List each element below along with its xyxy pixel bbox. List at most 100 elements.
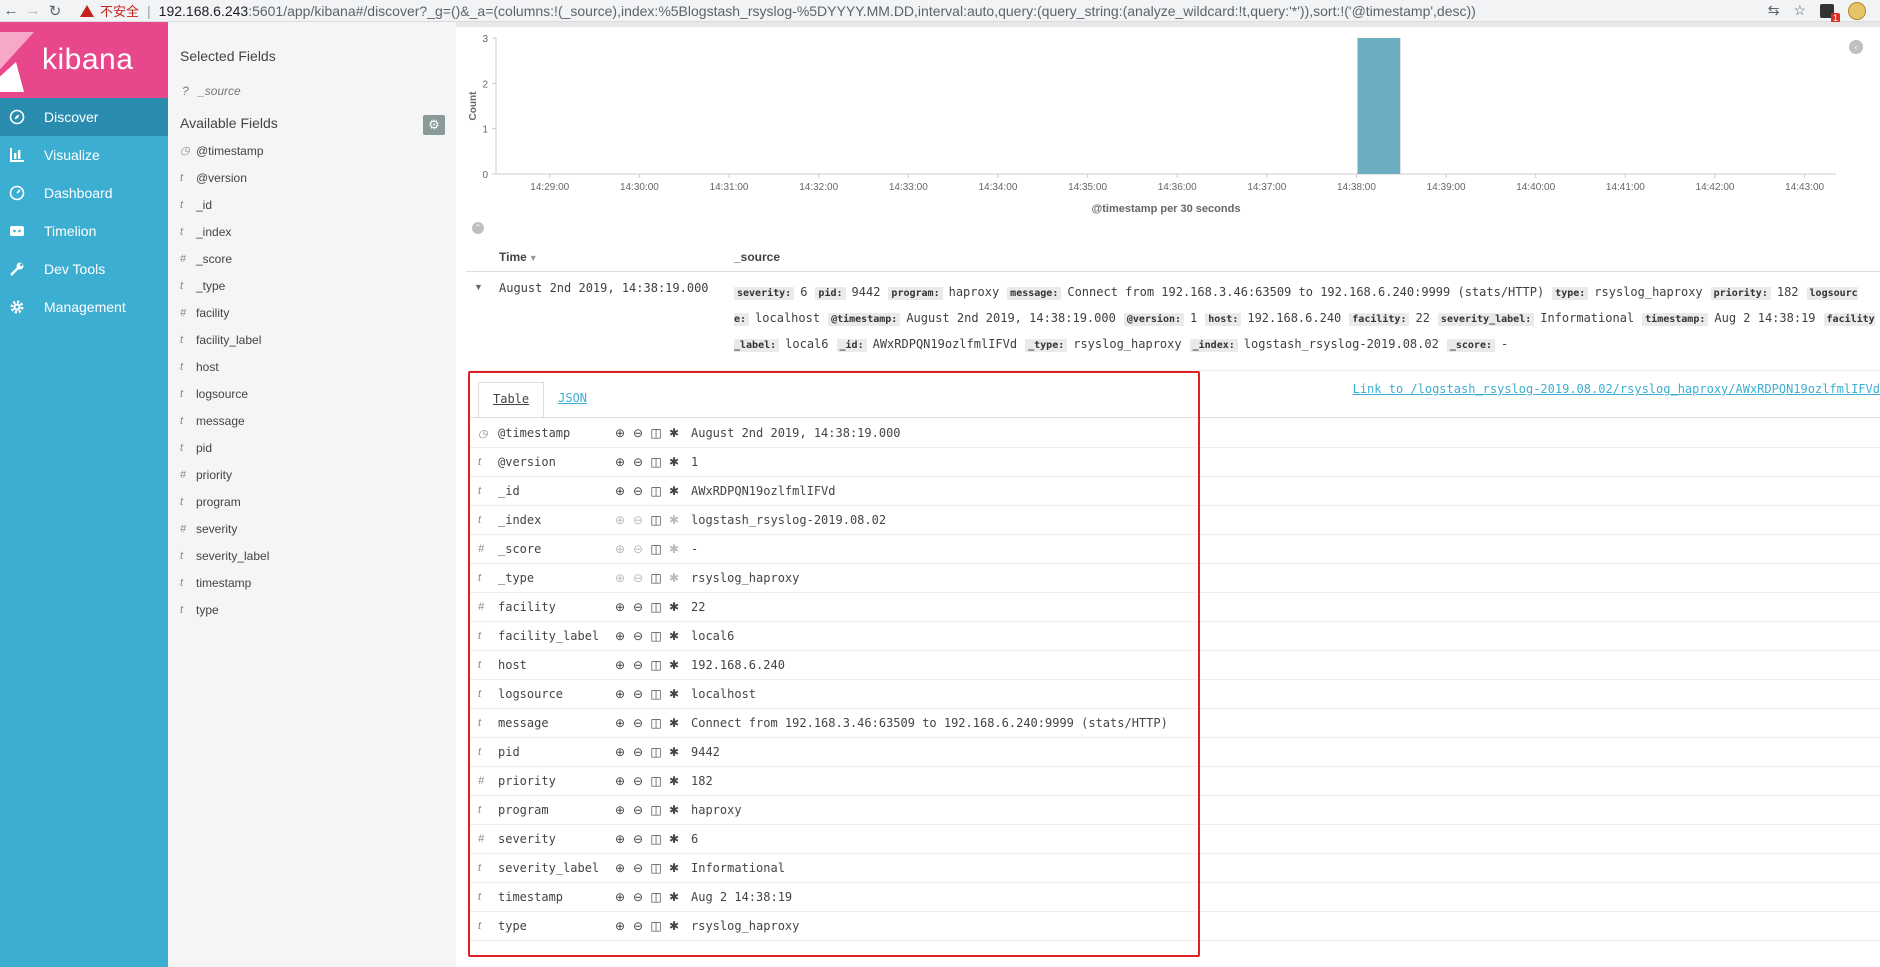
available-field-id[interactable]: t _id bbox=[168, 191, 456, 218]
available-field-severitylabel[interactable]: t severity_label bbox=[168, 542, 456, 569]
toggle-column-icon[interactable]: ◫ bbox=[649, 542, 663, 556]
toggle-column-icon[interactable]: ◫ bbox=[649, 861, 663, 875]
available-field-severity[interactable]: # severity bbox=[168, 515, 456, 542]
nav-item-dashboard[interactable]: Dashboard bbox=[0, 174, 168, 212]
filter-exists-icon[interactable]: ✱ bbox=[667, 832, 681, 846]
filter-for-value-icon[interactable]: ⊕ bbox=[613, 658, 627, 672]
available-field-score[interactable]: # _score bbox=[168, 245, 456, 272]
filter-exists-icon[interactable]: ✱ bbox=[667, 658, 681, 672]
filter-out-value-icon[interactable]: ⊖ bbox=[631, 658, 645, 672]
filter-exists-icon[interactable]: ✱ bbox=[667, 716, 681, 730]
toggle-column-icon[interactable]: ◫ bbox=[649, 484, 663, 498]
toggle-column-icon[interactable]: ◫ bbox=[649, 571, 663, 585]
filter-exists-icon[interactable]: ✱ bbox=[667, 745, 681, 759]
filter-out-value-icon[interactable]: ⊖ bbox=[631, 600, 645, 614]
filter-out-value-icon[interactable]: ⊖ bbox=[631, 745, 645, 759]
available-field-type[interactable]: t type bbox=[168, 596, 456, 623]
nav-item-dev-tools[interactable]: Dev Tools bbox=[0, 250, 168, 288]
available-field-program[interactable]: t program bbox=[168, 488, 456, 515]
filter-exists-icon[interactable]: ✱ bbox=[667, 919, 681, 933]
toggle-column-icon[interactable]: ◫ bbox=[649, 687, 663, 701]
forward-icon[interactable]: → bbox=[22, 2, 44, 19]
reload-icon[interactable]: ↻ bbox=[44, 2, 66, 20]
toggle-column-icon[interactable]: ◫ bbox=[649, 774, 663, 788]
expand-row-icon[interactable]: ▼ bbox=[474, 282, 483, 292]
field-settings-button[interactable]: ⚙ bbox=[423, 115, 445, 135]
filter-exists-icon[interactable]: ✱ bbox=[667, 861, 681, 875]
filter-for-value-icon[interactable]: ⊕ bbox=[613, 716, 627, 730]
filter-for-value-icon[interactable]: ⊕ bbox=[613, 832, 627, 846]
address-bar[interactable]: 不安全 | 192.168.6.243 :5601/app/kibana#/di… bbox=[80, 1, 1768, 21]
toggle-column-icon[interactable]: ◫ bbox=[649, 513, 663, 527]
filter-out-value-icon[interactable]: ⊖ bbox=[631, 629, 645, 643]
filter-exists-icon[interactable]: ✱ bbox=[667, 600, 681, 614]
extension-icon[interactable]: 1 bbox=[1820, 3, 1840, 23]
nav-item-discover[interactable]: Discover bbox=[0, 98, 168, 136]
translate-icon[interactable]: ⇆ bbox=[1768, 2, 1780, 19]
nav-item-timelion[interactable]: Timelion bbox=[0, 212, 168, 250]
available-field-logsource[interactable]: t logsource bbox=[168, 380, 456, 407]
toggle-column-icon[interactable]: ◫ bbox=[649, 658, 663, 672]
toggle-column-icon[interactable]: ◫ bbox=[649, 426, 663, 440]
sort-icon[interactable]: ▼ bbox=[529, 253, 538, 263]
table-row[interactable]: ▼ August 2nd 2019, 14:38:19.000 severity… bbox=[466, 274, 1880, 374]
filter-for-value-icon[interactable]: ⊕ bbox=[613, 484, 627, 498]
filter-for-value-icon[interactable]: ⊕ bbox=[613, 774, 627, 788]
toggle-column-icon[interactable]: ◫ bbox=[649, 629, 663, 643]
available-field-message[interactable]: t message bbox=[168, 407, 456, 434]
bookmark-star-icon[interactable]: ☆ bbox=[1793, 2, 1806, 19]
filter-exists-icon[interactable]: ✱ bbox=[667, 455, 681, 469]
toggle-column-icon[interactable]: ◫ bbox=[649, 890, 663, 904]
filter-exists-icon[interactable]: ✱ bbox=[667, 629, 681, 643]
kibana-logo[interactable]: kibana bbox=[0, 22, 168, 98]
toggle-column-icon[interactable]: ◫ bbox=[649, 600, 663, 614]
available-field-version[interactable]: t @version bbox=[168, 164, 456, 191]
toggle-column-icon[interactable]: ◫ bbox=[649, 455, 663, 469]
filter-for-value-icon[interactable]: ⊕ bbox=[613, 861, 627, 875]
filter-out-value-icon[interactable]: ⊖ bbox=[631, 687, 645, 701]
filter-for-value-icon[interactable]: ⊕ bbox=[613, 455, 627, 469]
filter-exists-icon[interactable]: ✱ bbox=[667, 890, 681, 904]
filter-out-value-icon[interactable]: ⊖ bbox=[631, 426, 645, 440]
filter-for-value-icon[interactable]: ⊕ bbox=[613, 803, 627, 817]
toggle-column-icon[interactable]: ◫ bbox=[649, 745, 663, 759]
tab-json[interactable]: JSON bbox=[544, 382, 601, 418]
available-field-timestamp[interactable]: ◷ @timestamp bbox=[168, 137, 456, 164]
filter-exists-icon[interactable]: ✱ bbox=[667, 426, 681, 440]
nav-item-visualize[interactable]: Visualize bbox=[0, 136, 168, 174]
available-field-host[interactable]: t host bbox=[168, 353, 456, 380]
selected-field-source[interactable]: ? _source bbox=[182, 84, 241, 98]
filter-for-value-icon[interactable]: ⊕ bbox=[613, 919, 627, 933]
filter-exists-icon[interactable]: ✱ bbox=[667, 803, 681, 817]
tab-table[interactable]: Table bbox=[478, 382, 545, 418]
filter-for-value-icon[interactable]: ⊕ bbox=[613, 745, 627, 759]
filter-exists-icon[interactable]: ✱ bbox=[667, 687, 681, 701]
filter-out-value-icon[interactable]: ⊖ bbox=[631, 803, 645, 817]
filter-for-value-icon[interactable]: ⊕ bbox=[613, 629, 627, 643]
filter-exists-icon[interactable]: ✱ bbox=[667, 774, 681, 788]
filter-out-value-icon[interactable]: ⊖ bbox=[631, 455, 645, 469]
available-field-priority[interactable]: # priority bbox=[168, 461, 456, 488]
profile-avatar-icon[interactable] bbox=[1848, 1, 1866, 20]
filter-exists-icon[interactable]: ✱ bbox=[667, 484, 681, 498]
filter-out-value-icon[interactable]: ⊖ bbox=[631, 861, 645, 875]
filter-out-value-icon[interactable]: ⊖ bbox=[631, 484, 645, 498]
filter-out-value-icon[interactable]: ⊖ bbox=[631, 919, 645, 933]
chart-options-icon[interactable]: ‹ bbox=[1849, 40, 1863, 54]
filter-out-value-icon[interactable]: ⊖ bbox=[631, 716, 645, 730]
collapse-histogram-icon[interactable]: ⌃ bbox=[472, 222, 484, 234]
nav-item-management[interactable]: Management bbox=[0, 288, 168, 326]
time-column-header[interactable]: Time ▼ bbox=[499, 250, 538, 264]
back-icon[interactable]: ← bbox=[0, 2, 22, 19]
filter-for-value-icon[interactable]: ⊕ bbox=[613, 687, 627, 701]
filter-for-value-icon[interactable]: ⊕ bbox=[613, 426, 627, 440]
available-field-facility[interactable]: # facility bbox=[168, 299, 456, 326]
toggle-column-icon[interactable]: ◫ bbox=[649, 919, 663, 933]
available-field-index[interactable]: t _index bbox=[168, 218, 456, 245]
toggle-column-icon[interactable]: ◫ bbox=[649, 832, 663, 846]
available-field-type[interactable]: t _type bbox=[168, 272, 456, 299]
available-field-timestamp[interactable]: t timestamp bbox=[168, 569, 456, 596]
filter-for-value-icon[interactable]: ⊕ bbox=[613, 600, 627, 614]
toggle-column-icon[interactable]: ◫ bbox=[649, 716, 663, 730]
filter-out-value-icon[interactable]: ⊖ bbox=[631, 774, 645, 788]
